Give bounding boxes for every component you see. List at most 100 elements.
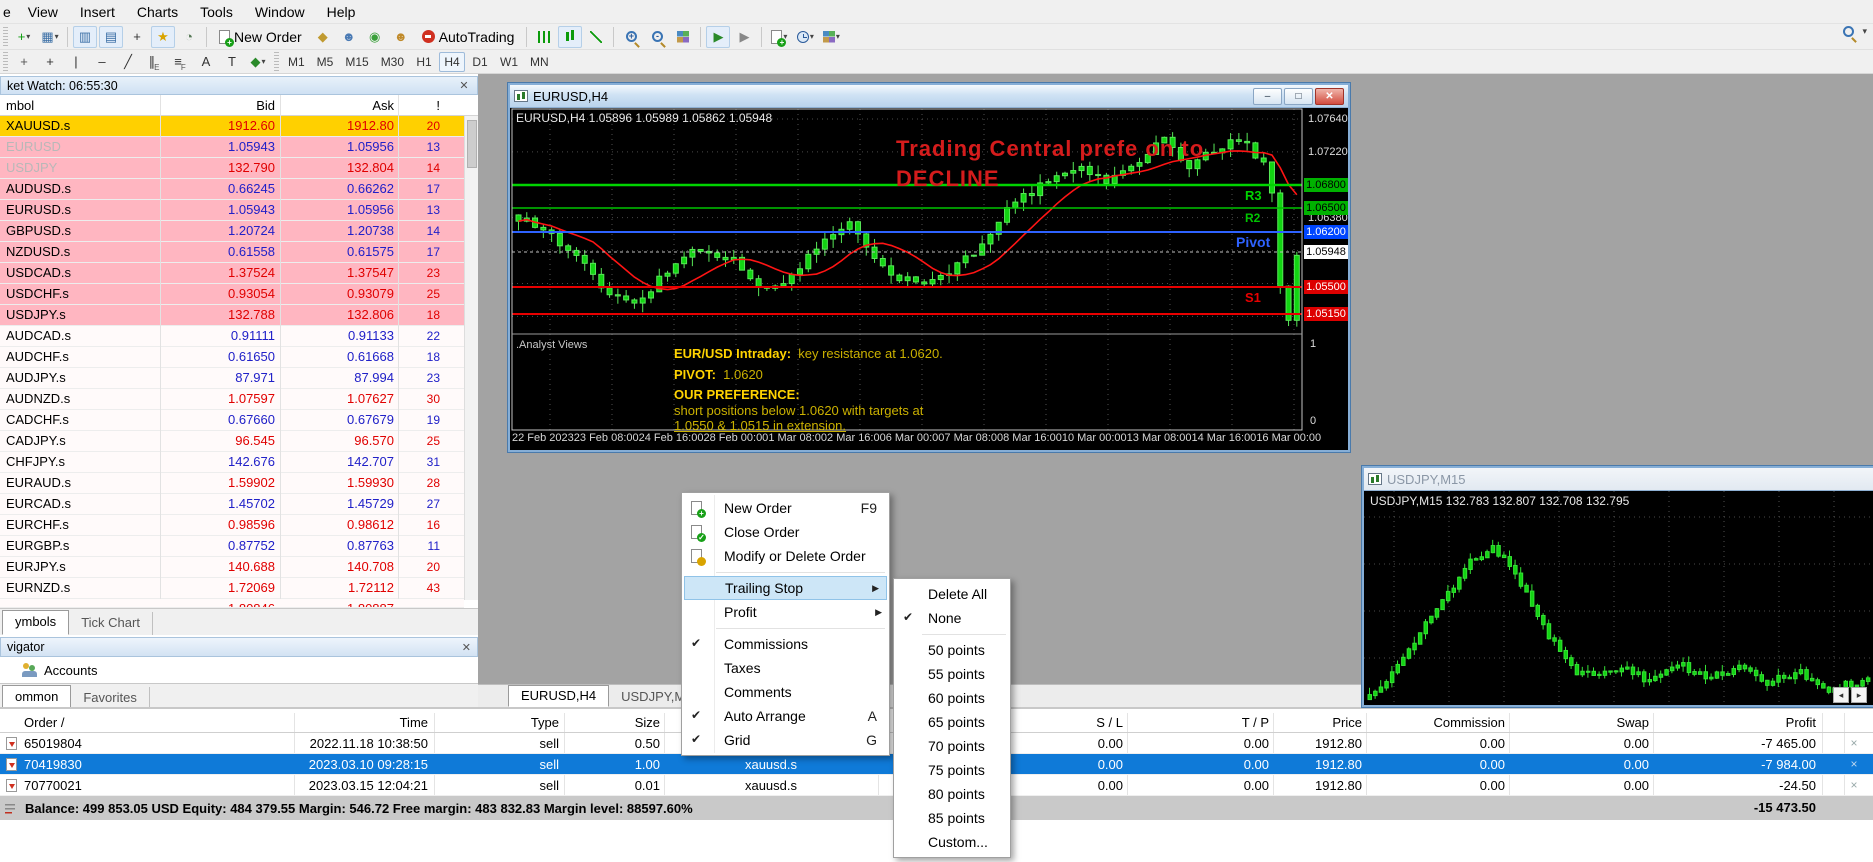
submenu-item-55-points[interactable]: 55 points <box>894 662 1010 686</box>
market-icon[interactable]: ☻ <box>389 26 413 48</box>
market-watch-row-partial[interactable]: 1.808461.80887 <box>0 599 464 608</box>
terminal-column-type[interactable]: Type <box>440 713 559 733</box>
terminal-column-order[interactable]: Order / <box>24 713 144 733</box>
market-watch-row-usdjpy[interactable]: USDJPY132.790132.80414 <box>0 158 464 179</box>
market-watch-row-eurusd-s[interactable]: EURUSD.s1.059431.0595613 <box>0 200 464 221</box>
market-watch-toggle-icon[interactable]: ▥ <box>73 26 97 48</box>
templates-folder-icon[interactable]: ★ <box>151 26 175 48</box>
vertical-line-icon[interactable]: | <box>64 51 88 73</box>
chart-plus-icon[interactable]: +▾ <box>12 26 36 48</box>
candlestick-chart-icon[interactable] <box>558 26 582 48</box>
submenu-item-85-points[interactable]: 85 points <box>894 806 1010 830</box>
navigator-item-accounts[interactable]: Accounts <box>44 663 97 678</box>
menu-e[interactable]: e <box>0 1 17 23</box>
tab-symbols[interactable]: ymbols <box>2 610 69 635</box>
chart-shift-icon[interactable]: ▶ <box>732 26 756 48</box>
terminal-column-commission[interactable]: Commission <box>1380 713 1505 733</box>
toolbar-overflow-icon[interactable]: ▾ <box>1862 26 1867 37</box>
column-ask[interactable]: Ask <box>282 95 394 116</box>
market-watch-row-usdchf-s[interactable]: USDCHF.s0.930540.9307925 <box>0 284 464 305</box>
trendline-icon[interactable]: ╱ <box>116 51 140 73</box>
market-watch-row-eurgbp-s[interactable]: EURGBP.s0.877520.8776311 <box>0 536 464 557</box>
data-window-toggle-icon[interactable]: ▤ <box>99 26 123 48</box>
tab-scroll-right-icon[interactable]: ▸ <box>1851 687 1867 703</box>
menu-item-close-order[interactable]: ✓Close Order <box>682 520 889 544</box>
timeframe-m15[interactable]: M15 <box>340 52 373 72</box>
timeframe-m5[interactable]: M5 <box>312 52 339 72</box>
timeframe-d1[interactable]: D1 <box>467 52 493 72</box>
line-chart-icon[interactable] <box>584 26 608 48</box>
submenu-item-65-points[interactable]: 65 points <box>894 710 1010 734</box>
market-watch-row-eurjpy-s[interactable]: EURJPY.s140.688140.70820 <box>0 557 464 578</box>
market-watch-row-euraud-s[interactable]: EURAUD.s1.599021.5993028 <box>0 473 464 494</box>
column-bid[interactable]: Bid <box>165 95 275 116</box>
market-watch-row-cadjpy-s[interactable]: CADJPY.s96.54596.57025 <box>0 431 464 452</box>
scripts-icon[interactable]: ◆ <box>311 26 335 48</box>
cursor-icon[interactable]: + <box>12 51 36 73</box>
market-watch-row-audcad-s[interactable]: AUDCAD.s0.911110.9113322 <box>0 326 464 347</box>
submenu-item-60-points[interactable]: 60 points <box>894 686 1010 710</box>
menu-help[interactable]: Help <box>316 1 367 23</box>
timeframe-h4[interactable]: H4 <box>439 52 465 72</box>
eurusd-titlebar[interactable]: EURUSD,H4 – □ ✕ <box>510 85 1348 108</box>
market-watch-row-audusd-s[interactable]: AUDUSD.s0.662450.6626217 <box>0 179 464 200</box>
maximize-icon[interactable]: □ <box>1284 88 1313 105</box>
market-watch-row-eurnzd-s[interactable]: EURNZD.s1.720691.7211243 <box>0 578 464 599</box>
scrollbar-thumb[interactable] <box>467 120 477 168</box>
search-icon[interactable] <box>1843 26 1854 37</box>
terminal-column-time[interactable]: Time <box>280 713 428 733</box>
terminal-column-size[interactable]: Size <box>570 713 660 733</box>
submenu-item-80-points[interactable]: 80 points <box>894 782 1010 806</box>
timeframe-m1[interactable]: M1 <box>283 52 310 72</box>
menu-item-taxes[interactable]: Taxes <box>682 656 889 680</box>
close-position-icon[interactable]: × <box>1846 775 1862 796</box>
menu-item-trailing-stop[interactable]: Trailing Stop▶ <box>684 576 887 600</box>
menu-item-comments[interactable]: Comments <box>682 680 889 704</box>
new-chart-icon[interactable]: +▾ <box>767 26 791 48</box>
menu-item-modify-or-delete-order[interactable]: Modify or Delete Order <box>682 544 889 568</box>
chart-tab-eurusd-h4[interactable]: EURUSD,H4 <box>508 685 609 707</box>
market-watch-row-audjpy-s[interactable]: AUDJPY.s87.97187.99423 <box>0 368 464 389</box>
menu-insert[interactable]: Insert <box>69 1 126 23</box>
submenu-item-50-points[interactable]: 50 points <box>894 638 1010 662</box>
submenu-item-none[interactable]: ✔None <box>894 606 1010 630</box>
terminal-column-sl[interactable]: S / L <box>1000 713 1123 733</box>
strategy-tester-icon[interactable]: ◔ <box>177 26 201 48</box>
column-symbol[interactable]: mbol <box>6 95 34 116</box>
text-icon[interactable]: A <box>194 51 218 73</box>
submenu-item-delete-all[interactable]: Delete All <box>894 582 1010 606</box>
timeframe-h1[interactable]: H1 <box>411 52 437 72</box>
submenu-item-70-points[interactable]: 70 points <box>894 734 1010 758</box>
menu-item-auto-arrange[interactable]: ✔Auto ArrangeA <box>682 704 889 728</box>
minimize-icon[interactable]: – <box>1253 88 1282 105</box>
crosshair-icon[interactable]: + <box>38 51 62 73</box>
market-watch-row-audnzd-s[interactable]: AUDNZD.s1.075971.0762730 <box>0 389 464 410</box>
text-label-icon[interactable]: T <box>220 51 244 73</box>
tab-tick-chart[interactable]: Tick Chart <box>69 612 153 635</box>
close-icon[interactable]: ✕ <box>1315 88 1344 105</box>
market-watch-row-audchf-s[interactable]: AUDCHF.s0.616500.6166818 <box>0 347 464 368</box>
market-watch-row-cadchf-s[interactable]: CADCHF.s0.676600.6767919 <box>0 410 464 431</box>
terminal-column-profit[interactable]: Profit <box>1660 713 1816 733</box>
menu-window[interactable]: Window <box>244 1 316 23</box>
menu-item-grid[interactable]: ✔GridG <box>682 728 889 752</box>
close-icon[interactable]: ✕ <box>457 79 471 92</box>
submenu-item-custom-[interactable]: Custom... <box>894 830 1010 854</box>
menu-item-profit[interactable]: Profit▶ <box>682 600 889 624</box>
channel-icon[interactable]: ∥E <box>142 51 166 73</box>
menu-tools[interactable]: Tools <box>189 1 244 23</box>
fibonacci-icon[interactable]: ≡F <box>168 51 192 73</box>
timeframe-w1[interactable]: W1 <box>495 52 523 72</box>
menu-item-new-order[interactable]: +New OrderF9 <box>682 496 889 520</box>
navigator-toggle-icon[interactable]: + <box>125 26 149 48</box>
market-watch-scrollbar[interactable] <box>464 116 478 600</box>
market-watch-row-chfjpy-s[interactable]: CHFJPY.s142.676142.70731 <box>0 452 464 473</box>
terminal-column-swap[interactable]: Swap <box>1520 713 1649 733</box>
template-menu-icon[interactable]: ▾ <box>819 26 843 48</box>
usdjpy-titlebar[interactable]: USDJPY,M15 <box>1364 468 1873 491</box>
timeframe-m30[interactable]: M30 <box>376 52 409 72</box>
new-order-button[interactable]: +New Order <box>213 27 308 47</box>
market-watch-row-eurusd[interactable]: EURUSD1.059431.0595613 <box>0 137 464 158</box>
autotrading-button[interactable]: AutoTrading <box>416 27 521 47</box>
shapes-icon[interactable]: ◆▾ <box>246 51 270 73</box>
